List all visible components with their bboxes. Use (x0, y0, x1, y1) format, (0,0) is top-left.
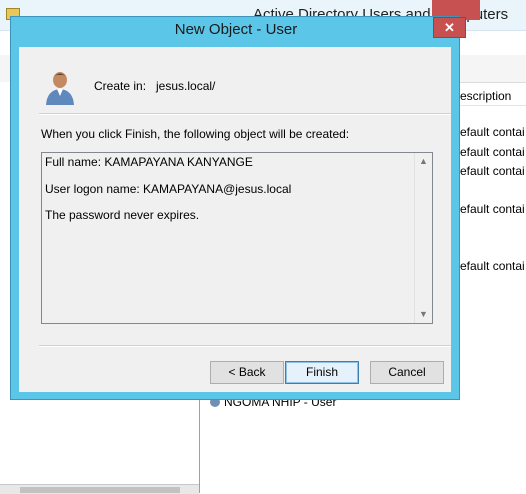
user-icon (46, 72, 74, 105)
create-in-label: Create in: (94, 79, 147, 93)
list-item[interactable]: efault contai (460, 125, 525, 139)
divider (39, 113, 451, 115)
summary-password-note: The password never expires. (45, 208, 200, 222)
create-in-value: jesus.local/ (156, 79, 216, 93)
column-header-label: escription (460, 89, 512, 103)
divider (39, 345, 451, 347)
list-item[interactable]: efault contai (460, 202, 525, 216)
summary-full-name: Full name: KAMAPAYANA KANYANGE (45, 155, 253, 169)
dialog-body: Create in: jesus.local/ When you click F… (19, 47, 451, 392)
summary-logon-name: User logon name: KAMAPAYANA@jesus.local (45, 182, 292, 196)
list-item[interactable]: efault contai (460, 145, 525, 159)
dialog-title: New Object - User (174, 21, 298, 38)
finish-button[interactable]: Finish (285, 361, 359, 384)
scroll-down-icon[interactable]: ▼ (415, 306, 432, 323)
info-text: When you click Finish, the following obj… (41, 127, 350, 141)
vertical-scrollbar[interactable]: ▲ ▼ (414, 153, 432, 323)
scroll-up-icon[interactable]: ▲ (415, 153, 432, 170)
back-button[interactable]: < Back (210, 361, 284, 384)
description-column-header[interactable]: escription (460, 87, 526, 106)
list-item[interactable]: efault contai (460, 259, 525, 273)
scrollbar-thumb[interactable] (20, 487, 180, 493)
summary-textbox[interactable]: Full name: KAMAPAYANA KANYANGE User logo… (41, 152, 433, 324)
list-item[interactable]: efault contai (460, 164, 525, 178)
close-button[interactable]: ✕ (433, 17, 466, 38)
cancel-button[interactable]: Cancel (370, 361, 444, 384)
new-object-user-dialog: New Object - User ✕ Create in: jesus.loc… (10, 16, 466, 400)
